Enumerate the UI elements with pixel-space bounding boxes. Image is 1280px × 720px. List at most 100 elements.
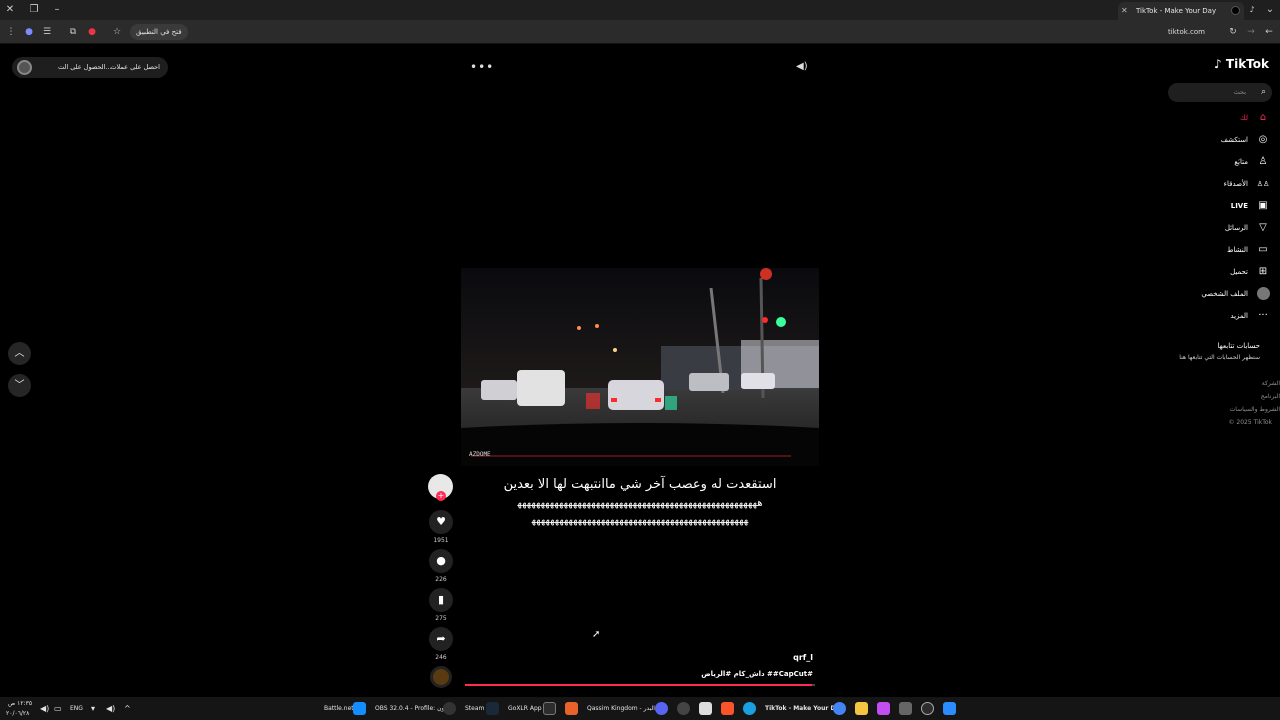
sidebar-item[interactable]: متابَع ♙ xyxy=(1170,154,1270,170)
get-coins-button[interactable]: احصل على عملات xyxy=(110,57,160,78)
sidebar-item[interactable]: LIVE ▣ xyxy=(1170,198,1270,214)
back-icon[interactable]: ← xyxy=(1262,24,1276,40)
sidebar-item[interactable]: الرسائل ▽ xyxy=(1170,220,1270,236)
sidebar-item[interactable]: لك ⌂ xyxy=(1170,110,1270,126)
like-heart-icon[interactable]: ♥ xyxy=(429,510,453,534)
mouse-cursor-icon: ➚ xyxy=(592,629,601,640)
battlenet-icon[interactable] xyxy=(353,702,366,715)
chrome-icon[interactable] xyxy=(833,702,846,715)
language-indicator[interactable]: ENG xyxy=(70,697,83,720)
taskbar-app[interactable]: Steam xyxy=(465,697,484,720)
bookmark-icon[interactable]: ▮ xyxy=(429,588,453,612)
start-windows-icon[interactable] xyxy=(943,702,956,715)
restore-window-icon[interactable]: ❐ xyxy=(26,0,42,20)
next-video-button[interactable]: ﹀ xyxy=(8,374,31,397)
sidebar-item-label: متابَع xyxy=(1234,158,1248,166)
taskbar-app[interactable]: Battle.net xyxy=(324,697,354,720)
close-window-icon[interactable]: ✕ xyxy=(2,0,18,20)
edge-icon[interactable] xyxy=(743,702,756,715)
previous-video-button[interactable]: ︿ xyxy=(8,342,31,365)
video-progress-bar[interactable] xyxy=(465,684,815,686)
goxlr-icon[interactable] xyxy=(543,702,556,715)
obs-icon[interactable] xyxy=(443,702,456,715)
tab-search-icon[interactable]: ⌄ xyxy=(1262,0,1278,20)
bookmark-star-icon[interactable]: ☆ xyxy=(110,24,124,40)
discord-icon[interactable] xyxy=(655,702,668,715)
steam-icon[interactable] xyxy=(486,702,499,715)
sidebar-item[interactable]: النشاط ▭ xyxy=(1170,242,1270,258)
tiktok-note-icon: ♪ xyxy=(1214,57,1222,71)
sidebar-item[interactable]: المزيد ··· xyxy=(1170,308,1270,324)
copilot-icon[interactable] xyxy=(877,702,890,715)
speaker-tray-icon[interactable]: ◀) xyxy=(106,697,115,720)
creator-username[interactable]: qrf_l xyxy=(793,653,813,662)
windows-taskbar: ١٢:٣٥ ص ٢٠/٠٦/٢٨ ◀) ▭ ENG ▾ ◀) ^ Battle.… xyxy=(0,697,1280,720)
like-count: 1951 xyxy=(433,537,449,544)
active-tab[interactable]: ✕ TikTok - Make Your Day xyxy=(1118,2,1244,20)
live-icon: ▣ xyxy=(1258,200,1268,211)
url-bar[interactable]: tiktok.com xyxy=(128,24,1243,40)
taskbar-app[interactable]: GoXLR App xyxy=(508,697,542,720)
home-icon: ⌂ xyxy=(1259,112,1267,123)
share-icon[interactable]: ➦ xyxy=(429,627,453,651)
video-hashtags[interactable]: #CapCut## داش_كام #الرياض xyxy=(701,670,813,678)
taskbar-app[interactable]: Qassim Kingdom - البدر xyxy=(587,697,655,720)
sidebar-item[interactable]: تحميل ⊞ xyxy=(1170,264,1270,280)
more-icon: ··· xyxy=(1258,310,1268,321)
taskbar-app[interactable]: OBS 32.0.4 - Profile: بدون xyxy=(375,697,449,720)
search-taskbar-icon[interactable] xyxy=(921,702,934,715)
minimize-window-icon[interactable]: – xyxy=(49,0,65,20)
sidebar-icon[interactable]: ☰ xyxy=(40,24,54,40)
music-disc-icon[interactable] xyxy=(430,666,452,688)
volume-icon[interactable]: ◀) xyxy=(796,61,808,72)
task-view-icon[interactable] xyxy=(899,702,912,715)
volume-tray-icon[interactable]: ◀) xyxy=(40,697,49,720)
follow-plus-icon[interactable]: + xyxy=(436,491,446,501)
extensions-icon[interactable]: ⧉ xyxy=(66,24,80,40)
open-in-app-button[interactable]: فتح في التطبيق xyxy=(130,24,188,40)
taskbar-app-active[interactable]: TikTok - Make Your Day xyxy=(765,697,843,720)
sidebar-item-label: تحميل xyxy=(1230,268,1248,276)
file-explorer-icon[interactable] xyxy=(855,702,868,715)
video-player[interactable]: AZDOME xyxy=(461,268,819,466)
record-icon[interactable]: ● xyxy=(85,24,99,40)
sidebar-item-label: LIVE xyxy=(1230,202,1248,210)
sidebar-item-label: النشاط xyxy=(1226,246,1248,254)
following-subtitle: ستظهر الحسابات التي تتابعها هنا xyxy=(1179,354,1260,361)
get-access-button[interactable]: الحصول على الت... xyxy=(58,57,112,78)
sidebar-item[interactable]: الأصدقاء ♙♙ xyxy=(1170,176,1270,192)
calendar-icon[interactable] xyxy=(699,702,712,715)
sidebar-item[interactable]: الملف الشخصي xyxy=(1170,286,1270,302)
reload-icon[interactable]: ↻ xyxy=(1226,24,1240,40)
mic-tray-icon[interactable]: ▾ xyxy=(91,697,95,720)
sidebar-item-label: الأصدقاء xyxy=(1223,180,1248,188)
tiktok-logo[interactable]: ♪ TikTok xyxy=(1214,57,1269,71)
forward-icon[interactable]: → xyxy=(1244,24,1258,40)
vlc-icon[interactable] xyxy=(565,702,578,715)
footer-link-terms[interactable]: الشروط والسياسات xyxy=(1230,406,1280,413)
avatar[interactable] xyxy=(17,60,32,75)
save-count: 275 xyxy=(435,615,447,622)
more-options-icon[interactable]: ••• xyxy=(470,60,494,74)
dashcam-video-frame: AZDOME xyxy=(461,268,819,466)
tab-close-icon[interactable]: ✕ xyxy=(1121,2,1128,20)
sidebar-item[interactable]: استكشف ◎ xyxy=(1170,132,1270,148)
footer-link-company[interactable]: الشركة xyxy=(1262,380,1280,387)
footer-link-program[interactable]: البرنامج xyxy=(1261,393,1280,400)
account-pill: الحصول على الت... احصل على عملات xyxy=(12,57,168,78)
upload-icon: ⊞ xyxy=(1258,266,1268,277)
tray-expand-icon[interactable]: ^ xyxy=(124,697,131,720)
network-tray-icon[interactable]: ▭ xyxy=(54,697,62,720)
menu-dots-icon[interactable]: ⋮ xyxy=(4,24,18,40)
video-caption: استقعدت له وعصب آخر شي ماانتبهت لها الا … xyxy=(458,476,822,528)
tiktok-tab-icon[interactable]: ♪ xyxy=(1244,0,1260,20)
comment-icon[interactable]: ● xyxy=(429,549,453,573)
app-icon[interactable] xyxy=(677,702,690,715)
profile-icon[interactable]: ● xyxy=(22,24,36,40)
search-icon[interactable]: ⌕ xyxy=(1261,83,1266,102)
sidebar-item-label: الملف الشخصي xyxy=(1201,290,1248,298)
taskbar-date[interactable]: ٢٠/٠٦/٢٨ xyxy=(6,708,29,719)
search-input[interactable]: بحث ⌕ xyxy=(1168,83,1272,102)
send-icon: ▽ xyxy=(1259,222,1267,233)
brave-icon[interactable] xyxy=(721,702,734,715)
